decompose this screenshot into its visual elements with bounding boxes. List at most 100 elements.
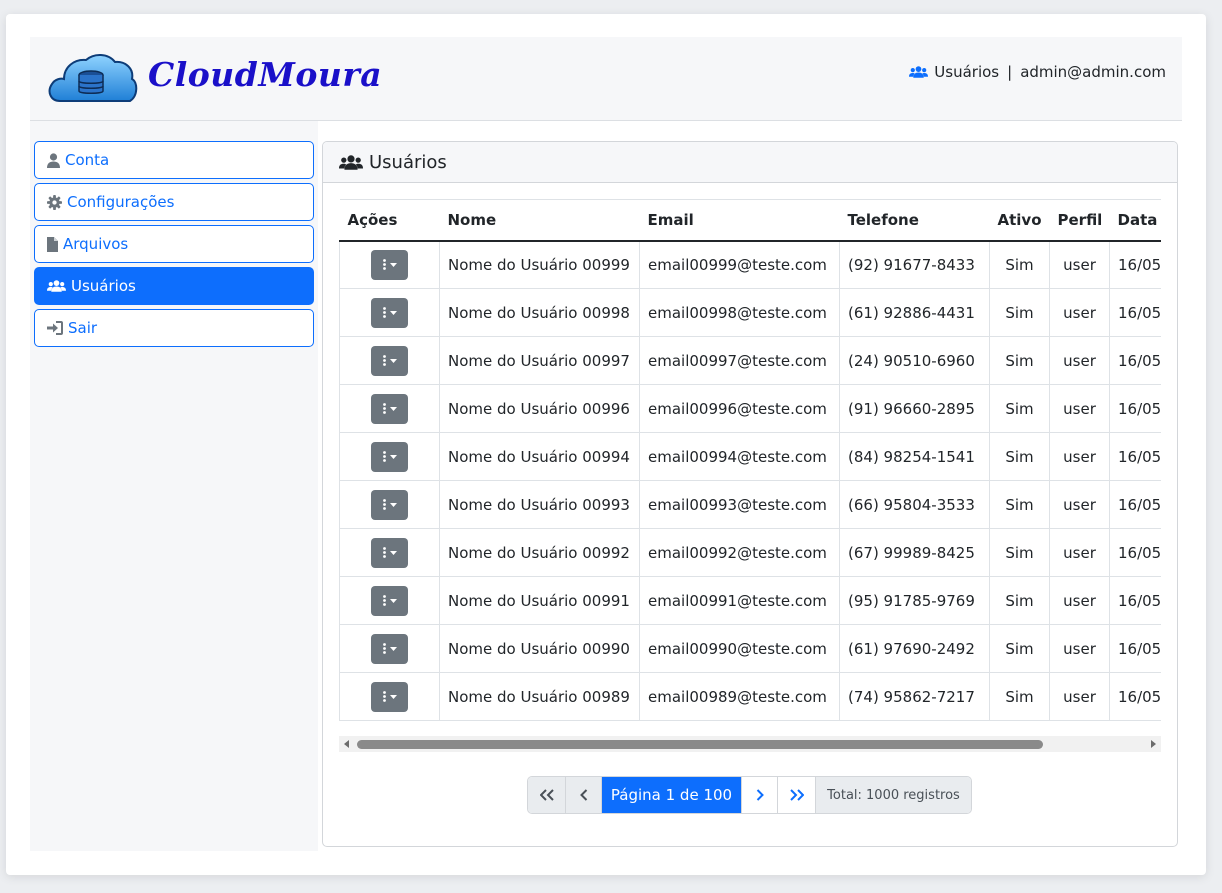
users-table: Ações Nome Email Telefone Ativo Perfil D… bbox=[339, 199, 1161, 721]
actions-cell bbox=[339, 240, 440, 289]
caret-down-icon bbox=[389, 406, 397, 411]
table-row: Nome do Usuário 00996 email00996@teste.co… bbox=[339, 384, 1161, 433]
column-header-ativo[interactable]: Ativo bbox=[989, 199, 1050, 242]
user-phone-cell: (67) 99989-8425 bbox=[839, 528, 990, 577]
user-email-cell: email00992@teste.com bbox=[639, 528, 840, 577]
sidebar-item-configuracoes[interactable]: Configurações bbox=[34, 183, 314, 221]
user-email-cell: email00999@teste.com bbox=[639, 240, 840, 289]
user-phone-cell: (61) 92886-4431 bbox=[839, 288, 990, 337]
column-header-telefone[interactable]: Telefone bbox=[839, 199, 990, 242]
column-header-nome[interactable]: Nome bbox=[439, 199, 640, 242]
user-created-date-cell: 16/05/ bbox=[1109, 288, 1161, 337]
user-phone-cell: (84) 98254-1541 bbox=[839, 432, 990, 481]
actions-cell bbox=[339, 576, 440, 625]
user-email-cell: email00998@teste.com bbox=[639, 288, 840, 337]
user-phone-cell: (92) 91677-8433 bbox=[839, 240, 990, 289]
pagination: Página 1 de 100 Total: 1000 registros bbox=[527, 776, 972, 814]
user-phone-cell: (24) 90510-6960 bbox=[839, 336, 990, 385]
vertical-ellipsis-icon bbox=[382, 355, 386, 366]
user-profile-cell: user bbox=[1049, 384, 1110, 433]
table-row: Nome do Usuário 00993 email00993@teste.co… bbox=[339, 480, 1161, 529]
double-chevron-right-icon bbox=[789, 789, 804, 801]
vertical-ellipsis-icon bbox=[382, 691, 386, 702]
horizontal-scrollbar[interactable] bbox=[339, 736, 1161, 752]
row-actions-dropdown-button[interactable] bbox=[371, 393, 408, 424]
actions-cell bbox=[339, 384, 440, 433]
users-card: Usuários Ações Nome Email Telefone Ativo… bbox=[322, 141, 1178, 847]
row-actions-dropdown-button[interactable] bbox=[371, 681, 408, 712]
vertical-ellipsis-icon bbox=[382, 307, 386, 318]
column-header-data-criacao[interactable]: Data de Criação bbox=[1109, 199, 1161, 242]
chevron-left-icon bbox=[579, 789, 587, 801]
scrollbar-thumb[interactable] bbox=[357, 740, 1043, 749]
caret-down-icon bbox=[389, 646, 397, 651]
user-email: admin@admin.com bbox=[1020, 63, 1166, 81]
users-icon bbox=[339, 154, 363, 170]
actions-cell bbox=[339, 528, 440, 577]
user-icon bbox=[47, 152, 60, 168]
user-profile-cell: user bbox=[1049, 576, 1110, 625]
user-email-cell: email00990@teste.com bbox=[639, 624, 840, 673]
vertical-ellipsis-icon bbox=[382, 499, 386, 510]
actions-cell bbox=[339, 336, 440, 385]
user-name-cell: Nome do Usuário 00991 bbox=[439, 576, 640, 625]
first-page-button[interactable] bbox=[528, 777, 566, 813]
sign-in-icon bbox=[47, 321, 63, 335]
sidebar-item-usuarios[interactable]: Usuários bbox=[34, 267, 314, 305]
sidebar-item-label: Usuários bbox=[71, 277, 136, 295]
row-actions-dropdown-button[interactable] bbox=[371, 585, 408, 616]
user-name-cell: Nome do Usuário 00989 bbox=[439, 672, 640, 721]
actions-cell bbox=[339, 288, 440, 337]
user-profile-cell: user bbox=[1049, 480, 1110, 529]
table-row: Nome do Usuário 00991 email00991@teste.co… bbox=[339, 576, 1161, 625]
row-actions-dropdown-button[interactable] bbox=[371, 537, 408, 568]
user-name-cell: Nome do Usuário 00996 bbox=[439, 384, 640, 433]
caret-down-icon bbox=[389, 694, 397, 699]
user-profile-cell: user bbox=[1049, 240, 1110, 289]
user-phone-cell: (66) 95804-3533 bbox=[839, 480, 990, 529]
sidebar-item-sair[interactable]: Sair bbox=[34, 309, 314, 347]
scroll-right-arrow-icon[interactable] bbox=[1151, 740, 1156, 748]
row-actions-dropdown-button[interactable] bbox=[371, 297, 408, 328]
vertical-ellipsis-icon bbox=[382, 643, 386, 654]
table-row: Nome do Usuário 00990 email00990@teste.co… bbox=[339, 624, 1161, 673]
users-icon bbox=[47, 280, 66, 292]
column-header-perfil[interactable]: Perfil bbox=[1049, 199, 1110, 242]
next-page-button[interactable] bbox=[742, 777, 778, 813]
previous-page-button[interactable] bbox=[566, 777, 602, 813]
users-icon bbox=[909, 66, 929, 78]
column-header-email[interactable]: Email bbox=[639, 199, 840, 242]
row-actions-dropdown-button[interactable] bbox=[371, 441, 408, 472]
table-row: Nome do Usuário 00989 email00989@teste.co… bbox=[339, 672, 1161, 721]
column-header-acoes: Ações bbox=[339, 199, 440, 242]
row-actions-dropdown-button[interactable] bbox=[371, 489, 408, 520]
row-actions-dropdown-button[interactable] bbox=[371, 345, 408, 376]
user-active-cell: Sim bbox=[989, 432, 1050, 481]
sidebar-item-label: Conta bbox=[65, 151, 110, 169]
last-page-button[interactable] bbox=[778, 777, 816, 813]
sidebar-item-label: Configurações bbox=[67, 193, 175, 211]
caret-down-icon bbox=[389, 262, 397, 267]
header-user-info: Usuários | admin@admin.com bbox=[909, 63, 1166, 81]
user-created-date-cell: 16/05/ bbox=[1109, 432, 1161, 481]
sidebar-item-arquivos[interactable]: Arquivos bbox=[34, 225, 314, 263]
current-page-indicator: Página 1 de 100 bbox=[602, 777, 742, 813]
row-actions-dropdown-button[interactable] bbox=[371, 633, 408, 664]
scroll-left-arrow-icon[interactable] bbox=[344, 740, 349, 748]
file-icon bbox=[47, 236, 58, 252]
actions-cell bbox=[339, 624, 440, 673]
actions-cell bbox=[339, 672, 440, 721]
chevron-right-icon bbox=[756, 789, 764, 801]
header-section-label: Usuários bbox=[934, 63, 1000, 81]
table-row: Nome do Usuário 00998 email00998@teste.co… bbox=[339, 288, 1161, 337]
card-title: Usuários bbox=[369, 151, 447, 173]
user-phone-cell: (95) 91785-9769 bbox=[839, 576, 990, 625]
vertical-ellipsis-icon bbox=[382, 547, 386, 558]
vertical-ellipsis-icon bbox=[382, 595, 386, 606]
row-actions-dropdown-button[interactable] bbox=[371, 249, 408, 280]
caret-down-icon bbox=[389, 502, 397, 507]
user-profile-cell: user bbox=[1049, 432, 1110, 481]
user-name-cell: Nome do Usuário 00998 bbox=[439, 288, 640, 337]
vertical-ellipsis-icon bbox=[382, 451, 386, 462]
sidebar-item-conta[interactable]: Conta bbox=[34, 141, 314, 179]
